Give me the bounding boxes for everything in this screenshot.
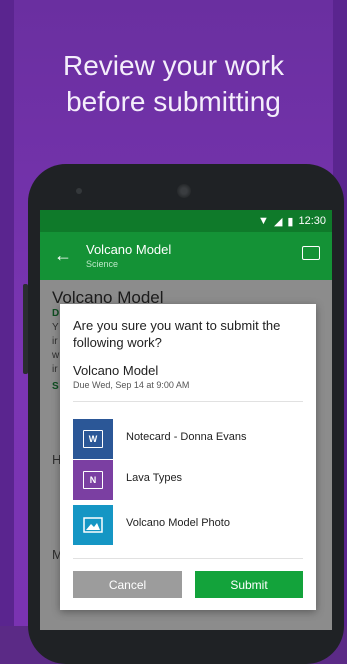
dialog-assignment-title: Volcano Model — [73, 363, 159, 378]
signal-icon: ◢ — [273, 215, 283, 228]
phone-speaker — [177, 184, 191, 198]
wifi-icon: ▼ — [258, 215, 269, 227]
divider — [73, 401, 303, 402]
battery-icon: ▮ — [287, 215, 294, 228]
divider — [73, 558, 303, 559]
app-bar: ← Volcano Model Science — [40, 232, 332, 280]
dialog-question: Are you sure you want to submit the foll… — [73, 318, 281, 350]
attachment-item[interactable]: Volcano Model Photo — [73, 505, 303, 545]
submit-button[interactable]: Submit — [195, 571, 303, 598]
attachment-item[interactable]: N Lava Types — [73, 460, 303, 500]
headline-line2: before submitting — [66, 86, 281, 117]
submit-confirmation-dialog: Are you sure you want to submit the foll… — [60, 304, 316, 610]
comment-icon[interactable] — [302, 246, 320, 260]
attachment-name: Volcano Model Photo — [126, 517, 230, 529]
back-arrow-icon[interactable]: ← — [54, 246, 72, 264]
headline-line1: Review your work — [63, 50, 284, 81]
attachment-name: Notecard - Donna Evans — [126, 431, 247, 443]
background-edge-left — [0, 0, 14, 626]
word-icon: W — [73, 419, 113, 459]
status-bar: ▼ ◢ ▮ 12:30 — [40, 210, 332, 232]
attachment-name: Lava Types — [126, 472, 183, 484]
promo-headline: Review your work before submitting — [24, 48, 323, 120]
attachment-item[interactable]: W Notecard - Donna Evans — [73, 419, 303, 459]
phone-sensor — [300, 188, 316, 192]
onenote-icon: N — [73, 460, 113, 500]
phone-side-button — [23, 284, 28, 374]
photo-icon — [73, 505, 113, 545]
status-time: 12:30 — [298, 215, 326, 227]
app-bar-title: Volcano Model — [86, 242, 172, 257]
promo-background: Review your work before submitting ▼ ◢ ▮… — [0, 0, 347, 664]
cancel-button[interactable]: Cancel — [73, 571, 182, 598]
app-bar-subtitle: Science — [86, 259, 119, 269]
dialog-due-date: Due Wed, Sep 14 at 9:00 AM — [73, 380, 190, 390]
phone-camera — [76, 188, 82, 194]
